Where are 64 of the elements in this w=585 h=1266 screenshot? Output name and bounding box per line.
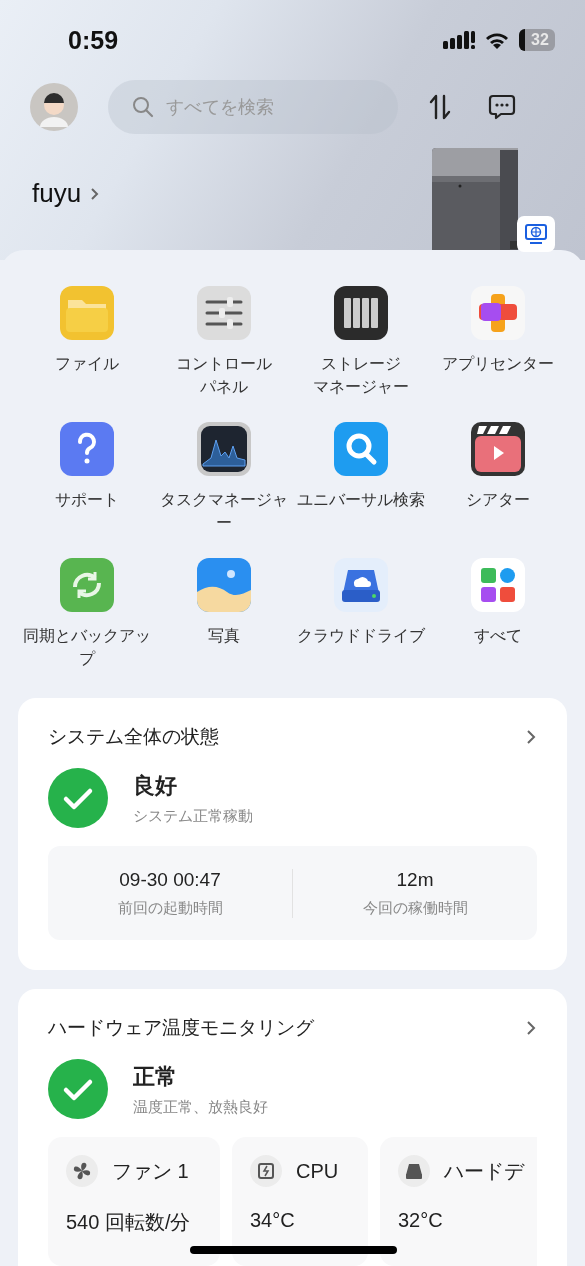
sensor-value: 540 回転数/分	[66, 1210, 192, 1235]
appcenter-icon	[471, 286, 526, 340]
stat-value: 12m	[396, 868, 434, 891]
search-icon	[334, 422, 389, 476]
fan-icon	[66, 1155, 98, 1187]
app-label: アプリセンター	[442, 354, 555, 374]
sliders-icon	[196, 286, 251, 340]
stat-label: 今回の稼働時間	[362, 898, 468, 918]
photos-icon	[196, 558, 251, 612]
chevron-right-icon[interactable]	[525, 1019, 537, 1037]
sensor-card[interactable]: ファン 1 540 回転数/分	[48, 1137, 220, 1266]
transfer-icon[interactable]	[428, 94, 452, 120]
app-label: ー	[215, 513, 232, 533]
sensor-value: 32°C	[398, 1209, 444, 1232]
avatar[interactable]	[30, 83, 78, 131]
app-label: 同期とバックアッ	[22, 626, 151, 646]
status-detail: 温度正常、放熱良好	[133, 1097, 268, 1117]
status-text: 正常	[133, 1062, 178, 1091]
cpu-icon	[250, 1155, 282, 1187]
app-label: コントロール	[175, 354, 272, 374]
message-icon[interactable]	[488, 94, 516, 120]
card-title: ハードウェア温度モニタリング	[48, 1016, 314, 1040]
app-label: すべて	[474, 626, 523, 646]
check-icon	[48, 768, 108, 828]
app-label: ストレージ	[321, 354, 402, 374]
battery-icon: 32	[519, 29, 555, 51]
theater-icon	[471, 422, 526, 476]
app-label: プ	[78, 649, 95, 669]
status-detail: システム正常稼動	[133, 806, 253, 826]
signal-icon	[443, 31, 475, 49]
app-label: シアター	[466, 490, 531, 510]
user-link[interactable]: fuyu	[32, 178, 102, 209]
app-label: クラウドドライブ	[297, 626, 426, 646]
app-label: ファイル	[54, 354, 119, 374]
app-label: マネージャー	[313, 377, 410, 397]
card-title: システム全体の状態	[48, 725, 219, 749]
app-label: パネル	[199, 377, 248, 397]
folder-icon	[59, 286, 114, 340]
sensor-name: CPU	[296, 1159, 339, 1183]
app-label: 写真	[207, 626, 240, 646]
sync-icon	[59, 558, 114, 612]
sensor-card[interactable]: CPU 34°C	[232, 1137, 368, 1266]
disk-icon	[398, 1155, 430, 1187]
sensor-value: 34°C	[250, 1209, 296, 1232]
app-label: サポート	[54, 490, 119, 510]
help-icon	[59, 422, 114, 476]
check-icon	[48, 1059, 108, 1119]
monitor-icon	[196, 422, 251, 476]
stat-label: 前回の起動時間	[117, 898, 223, 918]
remote-desktop-icon[interactable]	[517, 216, 555, 252]
wifi-icon	[485, 31, 509, 49]
all-icon	[471, 558, 526, 612]
app-label: タスクマネージャ	[159, 490, 288, 510]
status-time: 0:59	[68, 25, 119, 55]
search-icon	[132, 96, 154, 118]
chevron-right-icon[interactable]	[525, 728, 537, 746]
status-text: 良好	[133, 771, 178, 800]
storage-icon	[334, 286, 389, 340]
stat-value: 09-30 00:47	[119, 868, 221, 891]
cloud-icon	[334, 558, 389, 612]
app-label: ユニバーサル検索	[297, 490, 426, 510]
sensor-name: ハードデ	[444, 1158, 524, 1184]
sensor-card[interactable]: ハードデ 32°C	[380, 1137, 537, 1266]
sensor-name: ファン 1	[112, 1158, 189, 1184]
